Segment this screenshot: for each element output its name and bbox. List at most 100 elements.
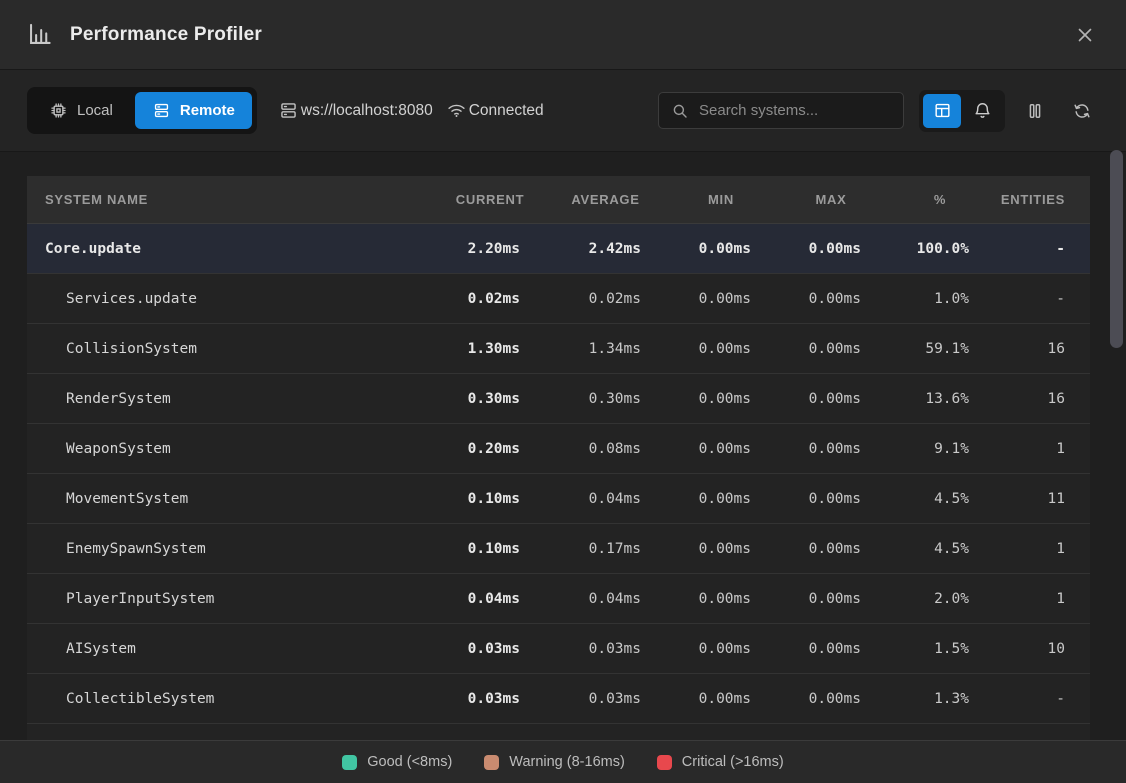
legend-label: Good (<8ms) — [367, 754, 452, 770]
cell-system-name: PlayerInputSystem — [27, 591, 435, 607]
cell-current: 0.10ms — [435, 541, 545, 557]
cell-system-name: RenderSystem — [27, 391, 435, 407]
column-header-entities[interactable]: ENTITIES — [994, 192, 1090, 207]
table-row[interactable]: AISystem0.03ms0.03ms0.00ms0.00ms1.5%10 — [27, 624, 1090, 674]
cell-max: 0.00ms — [776, 291, 886, 307]
remote-toggle-button[interactable]: Remote — [135, 92, 252, 129]
cell-entities: 1 — [994, 541, 1090, 557]
alerts-button[interactable] — [963, 94, 1001, 128]
cell-current: 0.20ms — [435, 441, 545, 457]
cell-max: 0.00ms — [776, 641, 886, 657]
local-toggle-label: Local — [77, 102, 113, 119]
close-icon[interactable] — [1070, 20, 1100, 50]
cell-current: 0.10ms — [435, 491, 545, 507]
legend-swatch — [342, 755, 357, 770]
cell-min: 0.00ms — [666, 441, 776, 457]
cell-system-name: EnemySpawnSystem — [27, 541, 435, 557]
cell-min: 0.00ms — [666, 291, 776, 307]
cell-entities: 1 — [994, 591, 1090, 607]
search-input[interactable] — [699, 102, 891, 119]
title-bar: Performance Profiler — [0, 0, 1126, 70]
legend-footer: Good (<8ms) Warning (8-16ms) Critical (>16… — [0, 740, 1126, 783]
cell-max: 0.00ms — [776, 491, 886, 507]
table-row[interactable]: WeaponSystem0.20ms0.08ms0.00ms0.00ms9.1%… — [27, 424, 1090, 474]
table-view-button[interactable] — [923, 94, 961, 128]
legend-label: Critical (>16ms) — [682, 754, 784, 770]
cell-average: 0.04ms — [545, 591, 666, 607]
connection-status: Connected — [446, 100, 544, 121]
cell-current: 1.30ms — [435, 341, 545, 357]
partial-row — [27, 724, 1090, 740]
cell-average: 0.03ms — [545, 691, 666, 707]
cell-average: 1.34ms — [545, 341, 666, 357]
column-header-min[interactable]: MIN — [666, 192, 776, 207]
view-toggle-group — [919, 90, 1005, 132]
cell-entities: - — [994, 691, 1090, 707]
toolbar: Local Remote ws://localhost:8080 — [0, 70, 1126, 152]
cell-system-name: CollisionSystem — [27, 341, 435, 357]
cell-current: 0.30ms — [435, 391, 545, 407]
cell-system-name: MovementSystem — [27, 491, 435, 507]
local-toggle-button[interactable]: Local — [32, 92, 130, 129]
column-header-average[interactable]: AVERAGE — [545, 192, 666, 207]
cell-max: 0.00ms — [776, 691, 886, 707]
table-row[interactable]: Core.update2.20ms2.42ms0.00ms0.00ms100.0… — [27, 224, 1090, 274]
column-header-%[interactable]: % — [886, 192, 994, 207]
column-header-max[interactable]: MAX — [776, 192, 886, 207]
cell-entities: 11 — [994, 491, 1090, 507]
cell-min: 0.00ms — [666, 341, 776, 357]
cell-average: 0.17ms — [545, 541, 666, 557]
table-row[interactable]: PlayerInputSystem0.04ms0.04ms0.00ms0.00m… — [27, 574, 1090, 624]
table-row[interactable]: CollectibleSystem0.03ms0.03ms0.00ms0.00m… — [27, 674, 1090, 724]
table-row[interactable]: Services.update0.02ms0.02ms0.00ms0.00ms1… — [27, 274, 1090, 324]
websocket-url-text: ws://localhost:8080 — [301, 102, 433, 120]
cell-entities: 1 — [994, 441, 1090, 457]
systems-table: SYSTEM NAMECURRENTAVERAGEMINMAX%ENTITIES… — [27, 176, 1090, 740]
cell-percent: 4.5% — [886, 491, 994, 507]
cell-entities: 16 — [994, 391, 1090, 407]
cell-min: 0.00ms — [666, 241, 776, 257]
column-header-system-name[interactable]: SYSTEM NAME — [27, 192, 435, 207]
wifi-icon — [446, 100, 467, 121]
cell-average: 0.04ms — [545, 491, 666, 507]
cell-min: 0.00ms — [666, 541, 776, 557]
cell-average: 0.30ms — [545, 391, 666, 407]
column-header-current[interactable]: CURRENT — [435, 192, 545, 207]
cell-entities: 10 — [994, 641, 1090, 657]
cell-max: 0.00ms — [776, 241, 886, 257]
cell-average: 0.03ms — [545, 641, 666, 657]
cell-percent: 100.0% — [886, 241, 994, 257]
cpu-chip-icon — [49, 101, 68, 120]
cell-percent: 13.6% — [886, 391, 994, 407]
cell-max: 0.00ms — [776, 541, 886, 557]
cell-max: 0.00ms — [776, 441, 886, 457]
cell-entities: - — [994, 291, 1090, 307]
cell-percent: 59.1% — [886, 341, 994, 357]
cell-current: 0.03ms — [435, 691, 545, 707]
table-row[interactable]: MovementSystem0.10ms0.04ms0.00ms0.00ms4.… — [27, 474, 1090, 524]
cell-percent: 1.5% — [886, 641, 994, 657]
table-row[interactable]: RenderSystem0.30ms0.30ms0.00ms0.00ms13.6… — [27, 374, 1090, 424]
cell-average: 0.08ms — [545, 441, 666, 457]
cell-system-name: Core.update — [27, 241, 435, 257]
table-header-row: SYSTEM NAMECURRENTAVERAGEMINMAX%ENTITIES — [27, 176, 1090, 224]
cell-max: 0.00ms — [776, 341, 886, 357]
cell-percent: 9.1% — [886, 441, 994, 457]
table-row[interactable]: CollisionSystem1.30ms1.34ms0.00ms0.00ms5… — [27, 324, 1090, 374]
cell-system-name: Services.update — [27, 291, 435, 307]
cell-average: 0.02ms — [545, 291, 666, 307]
cell-min: 0.00ms — [666, 641, 776, 657]
pause-button[interactable] — [1018, 94, 1052, 128]
legend-item: Warning (8-16ms) — [484, 754, 625, 770]
cell-current: 0.02ms — [435, 291, 545, 307]
table-row[interactable]: EnemySpawnSystem0.10ms0.17ms0.00ms0.00ms… — [27, 524, 1090, 574]
remote-toggle-label: Remote — [180, 102, 235, 119]
cell-percent: 2.0% — [886, 591, 994, 607]
cell-min: 0.00ms — [666, 691, 776, 707]
cell-system-name: AISystem — [27, 641, 435, 657]
vertical-scrollbar[interactable] — [1110, 150, 1123, 348]
legend-item: Good (<8ms) — [342, 754, 452, 770]
source-toggle-group: Local Remote — [27, 87, 257, 134]
cell-average: 2.42ms — [545, 241, 666, 257]
refresh-button[interactable] — [1065, 94, 1099, 128]
